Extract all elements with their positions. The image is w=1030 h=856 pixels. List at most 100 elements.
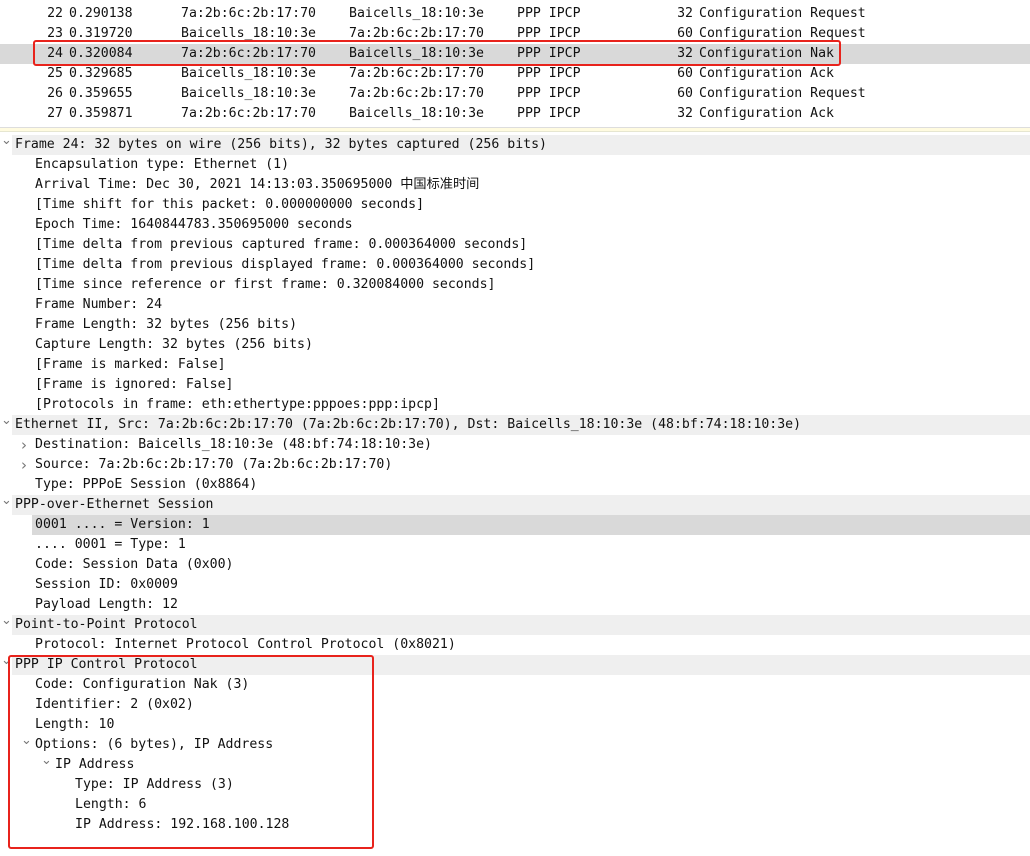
- detail-text: 0001 .... = Version: 1: [35, 517, 210, 532]
- packet-protocol: PPP IPCP: [517, 66, 581, 81]
- row-background: [32, 595, 1030, 615]
- detail-text: Protocol: Internet Protocol Control Prot…: [35, 637, 456, 652]
- packet-number: 26: [47, 86, 63, 101]
- detail-row[interactable]: ⌄ Point-to-Point Protocol: [0, 613, 1030, 635]
- detail-row[interactable]: Code: Session Data (0x00): [0, 555, 1030, 575]
- packet-row[interactable]: 25 0.329685 Baicells_18:10:3e 7a:2b:6c:2b:1…: [0, 64, 1030, 84]
- packet-destination: 7a:2b:6c:2b:17:70: [349, 26, 484, 41]
- packet-source: Baicells_18:10:3e: [181, 86, 316, 101]
- chevron-down-icon[interactable]: ⌄: [1, 491, 12, 511]
- detail-text: Length: 10: [35, 717, 115, 732]
- detail-row[interactable]: ⌄ Options: (6 bytes), IP Address: [0, 733, 1030, 755]
- packet-length: 60: [677, 66, 693, 81]
- chevron-right-icon[interactable]: ›: [21, 455, 27, 475]
- detail-row[interactable]: .... 0001 = Type: 1: [0, 535, 1030, 555]
- packet-info: Configuration Ack: [699, 106, 834, 121]
- detail-row[interactable]: Capture Length: 32 bytes (256 bits): [0, 335, 1030, 355]
- packet-row[interactable]: 27 0.359871 7a:2b:6c:2b:17:70 Baicells_18:1…: [0, 104, 1030, 124]
- detail-row[interactable]: [Time delta from previous captured frame…: [0, 235, 1030, 255]
- detail-text: Destination: Baicells_18:10:3e (48:bf:74…: [35, 437, 432, 452]
- detail-text: Identifier: 2 (0x02): [35, 697, 194, 712]
- detail-row[interactable]: [Protocols in frame: eth:ethertype:pppoe…: [0, 395, 1030, 415]
- detail-text: Frame Number: 24: [35, 297, 163, 312]
- detail-row[interactable]: Length: 6: [0, 795, 1030, 815]
- packet-length: 32: [677, 106, 693, 121]
- packet-source: Baicells_18:10:3e: [181, 66, 316, 81]
- detail-row[interactable]: Type: PPPoE Session (0x8864): [0, 475, 1030, 495]
- detail-row[interactable]: [Frame is ignored: False]: [0, 375, 1030, 395]
- row-background: [52, 755, 1030, 775]
- row-background: [72, 795, 1030, 815]
- detail-row[interactable]: Type: IP Address (3): [0, 775, 1030, 795]
- packet-row[interactable]: 22 0.290138 7a:2b:6c:2b:17:70 Baicells_18:1…: [0, 4, 1030, 24]
- detail-row[interactable]: › Destination: Baicells_18:10:3e (48:bf:7…: [0, 435, 1030, 455]
- detail-text: IP Address: [55, 757, 135, 772]
- packet-row[interactable]: 24 0.320084 7a:2b:6c:2b:17:70 Baicells_18:1…: [0, 44, 1030, 64]
- packet-length: 60: [677, 26, 693, 41]
- packet-row[interactable]: 23 0.319720 Baicells_18:10:3e 7a:2b:6c:2b:1…: [0, 24, 1030, 44]
- detail-text: PPP IP Control Protocol: [15, 657, 198, 672]
- detail-text: PPP-over-Ethernet Session: [15, 497, 214, 512]
- chevron-right-icon[interactable]: ›: [21, 435, 27, 455]
- packet-time: 0.359655: [69, 86, 133, 101]
- pane-splitter[interactable]: [0, 127, 1030, 132]
- detail-row[interactable]: ⌄ PPP IP Control Protocol: [0, 653, 1030, 675]
- packet-protocol: PPP IPCP: [517, 26, 581, 41]
- detail-row[interactable]: Code: Configuration Nak (3): [0, 675, 1030, 695]
- chevron-down-icon[interactable]: ⌄: [1, 651, 12, 671]
- packet-protocol: PPP IPCP: [517, 46, 581, 61]
- packet-length: 60: [677, 86, 693, 101]
- detail-row[interactable]: ⌄ PPP-over-Ethernet Session: [0, 493, 1030, 515]
- detail-row[interactable]: 0001 .... = Version: 1: [0, 515, 1030, 535]
- detail-text: [Time since reference or first frame: 0.…: [35, 277, 496, 292]
- detail-text: Code: Configuration Nak (3): [35, 677, 250, 692]
- detail-row[interactable]: › Source: 7a:2b:6c:2b:17:70 (7a:2b:6c:2b:…: [0, 455, 1030, 475]
- detail-row[interactable]: Protocol: Internet Protocol Control Prot…: [0, 635, 1030, 655]
- row-background: [32, 575, 1030, 595]
- detail-row[interactable]: Payload Length: 12: [0, 595, 1030, 615]
- detail-row[interactable]: ⌄ IP Address: [0, 753, 1030, 775]
- detail-row[interactable]: [Frame is marked: False]: [0, 355, 1030, 375]
- detail-text: [Frame is ignored: False]: [35, 377, 234, 392]
- packet-protocol: PPP IPCP: [517, 106, 581, 121]
- detail-row[interactable]: ⌄ Frame 24: 32 bytes on wire (256 bits), …: [0, 133, 1030, 155]
- chevron-down-icon[interactable]: ⌄: [1, 611, 12, 631]
- detail-text: Arrival Time: Dec 30, 2021 14:13:03.3506…: [35, 177, 480, 192]
- detail-row[interactable]: Length: 10: [0, 715, 1030, 735]
- detail-text: .... 0001 = Type: 1: [35, 537, 186, 552]
- detail-text: Session ID: 0x0009: [35, 577, 178, 592]
- detail-row[interactable]: [Time delta from previous displayed fram…: [0, 255, 1030, 275]
- packet-details-tree: ⌄ Frame 24: 32 bytes on wire (256 bits), …: [0, 133, 1030, 835]
- detail-row[interactable]: Arrival Time: Dec 30, 2021 14:13:03.3506…: [0, 175, 1030, 195]
- detail-row[interactable]: Encapsulation type: Ethernet (1): [0, 155, 1030, 175]
- packet-destination: 7a:2b:6c:2b:17:70: [349, 66, 484, 81]
- detail-row[interactable]: Identifier: 2 (0x02): [0, 695, 1030, 715]
- chevron-down-icon[interactable]: ⌄: [1, 131, 12, 151]
- row-background: [32, 295, 1030, 315]
- packet-number: 25: [47, 66, 63, 81]
- detail-row[interactable]: Epoch Time: 1640844783.350695000 seconds: [0, 215, 1030, 235]
- detail-text: Capture Length: 32 bytes (256 bits): [35, 337, 313, 352]
- detail-row[interactable]: [Time shift for this packet: 0.000000000…: [0, 195, 1030, 215]
- detail-row[interactable]: IP Address: 192.168.100.128: [0, 815, 1030, 835]
- packet-row[interactable]: 26 0.359655 Baicells_18:10:3e 7a:2b:6c:2b:1…: [0, 84, 1030, 104]
- packet-number: 22: [47, 6, 63, 21]
- detail-text: Type: PPPoE Session (0x8864): [35, 477, 258, 492]
- detail-row[interactable]: Frame Length: 32 bytes (256 bits): [0, 315, 1030, 335]
- packet-info: Configuration Request: [699, 26, 866, 41]
- detail-text: Code: Session Data (0x00): [35, 557, 234, 572]
- packet-length: 32: [677, 6, 693, 21]
- detail-row[interactable]: Session ID: 0x0009: [0, 575, 1030, 595]
- row-background: [32, 715, 1030, 735]
- detail-row[interactable]: [Time since reference or first frame: 0.…: [0, 275, 1030, 295]
- detail-row[interactable]: ⌄ Ethernet II, Src: 7a:2b:6c:2b:17:70 (7a…: [0, 413, 1030, 435]
- chevron-down-icon[interactable]: ⌄: [41, 751, 52, 771]
- packet-source: 7a:2b:6c:2b:17:70: [181, 6, 316, 21]
- packet-info: Configuration Request: [699, 6, 866, 21]
- packet-time: 0.290138: [69, 6, 133, 21]
- chevron-down-icon[interactable]: ⌄: [1, 411, 12, 431]
- detail-text: Source: 7a:2b:6c:2b:17:70 (7a:2b:6c:2b:1…: [35, 457, 393, 472]
- packet-info: Configuration Ack: [699, 66, 834, 81]
- detail-row[interactable]: Frame Number: 24: [0, 295, 1030, 315]
- chevron-down-icon[interactable]: ⌄: [21, 731, 32, 751]
